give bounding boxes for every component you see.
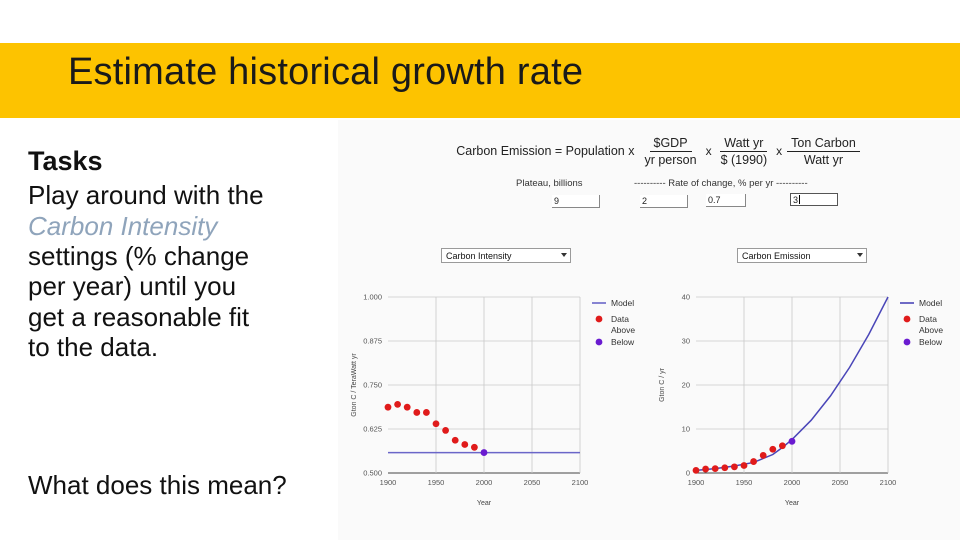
simulation-app-panel: Carbon Emission = Population x $GDP yr p…	[338, 120, 960, 540]
task-line-1: Play around with the	[28, 180, 264, 211]
svg-text:Model: Model	[919, 298, 942, 308]
carbon-emission-chart[interactable]: 0 10 20 30 40 1900 1950 2000 2050 2100 Year Gton C …	[650, 283, 950, 533]
svg-text:Below: Below	[611, 337, 635, 347]
svg-text:Below: Below	[919, 337, 943, 347]
chevron-down-icon	[561, 253, 567, 257]
page-title: Estimate historical growth rate	[68, 51, 584, 93]
parameter-row: Plateau, billions ---------- Rate of cha…	[338, 178, 960, 222]
svg-text:0: 0	[686, 469, 690, 478]
svg-text:1950: 1950	[736, 478, 753, 487]
equation-lhs: Carbon Emission = Population x	[456, 144, 635, 158]
svg-text:0.875: 0.875	[363, 337, 382, 346]
svg-text:1900: 1900	[688, 478, 705, 487]
svg-text:Gton C / yr: Gton C / yr	[659, 367, 666, 402]
svg-text:30: 30	[682, 337, 690, 346]
svg-text:Data: Data	[611, 314, 629, 324]
svg-text:Above: Above	[919, 325, 943, 335]
equation-multiply-1: x	[705, 144, 712, 158]
svg-text:2050: 2050	[524, 478, 541, 487]
svg-text:Model: Model	[611, 298, 634, 308]
svg-text:2000: 2000	[784, 478, 801, 487]
svg-text:Gton C / TeraWatt yr: Gton C / TeraWatt yr	[351, 353, 358, 417]
svg-text:Year: Year	[785, 500, 800, 507]
equation-term-watt-numerator: Watt yr	[720, 136, 768, 152]
task-line-4: per year) until you	[28, 271, 237, 302]
plateau-input[interactable]: 9	[552, 195, 600, 208]
tasks-panel: Tasks Play around with the Carbon Intens…	[28, 146, 328, 363]
svg-text:0.625: 0.625	[363, 425, 382, 434]
equation-term-gdp-numerator: $GDP	[649, 136, 692, 152]
carbon-emission-select[interactable]: Carbon Emission	[737, 248, 867, 263]
title-banner: Estimate historical growth rate	[0, 43, 960, 118]
equation-multiply-2: x	[776, 144, 783, 158]
chevron-down-icon	[857, 253, 863, 257]
equation-term-carbon-denominator: Watt yr	[803, 152, 844, 167]
text-caret	[799, 195, 801, 204]
tasks-heading: Tasks	[28, 146, 103, 176]
svg-text:1.000: 1.000	[363, 293, 382, 302]
rate-intensity-input[interactable]: 3	[790, 193, 838, 206]
equation-term-watt: Watt yr $ (1990)	[717, 136, 772, 167]
carbon-intensity-chart[interactable]: 0.500 0.625 0.750 0.875 1.000 1900 1950 2000 205…	[342, 283, 642, 533]
equation-term-watt-denominator: $ (1990)	[720, 152, 768, 167]
carbon-intensity-select-value: Carbon Intensity	[446, 250, 512, 261]
svg-text:0.750: 0.750	[363, 381, 382, 390]
carbon-emission-select-value: Carbon Emission	[742, 250, 811, 261]
svg-text:2000: 2000	[476, 478, 493, 487]
svg-text:2100: 2100	[572, 478, 589, 487]
rate-intensity-value: 3	[793, 195, 799, 205]
svg-text:0.500: 0.500	[363, 469, 382, 478]
task-line-3: settings (% change	[28, 241, 250, 272]
svg-text:Year: Year	[477, 500, 492, 507]
svg-text:2050: 2050	[832, 478, 849, 487]
rate-population-input[interactable]: 2	[640, 195, 688, 208]
equation-term-gdp-denominator: yr person	[644, 152, 697, 167]
svg-text:Data: Data	[919, 314, 937, 324]
rate-gdp-input[interactable]: 0.7	[706, 194, 746, 207]
svg-text:2100: 2100	[880, 478, 897, 487]
equation-term-carbon: Ton Carbon Watt yr	[787, 136, 860, 167]
svg-text:40: 40	[682, 293, 690, 302]
svg-text:20: 20	[682, 381, 690, 390]
task-line-6: to the data.	[28, 332, 159, 363]
svg-text:1950: 1950	[428, 478, 445, 487]
tasks-question: What does this mean?	[28, 470, 287, 500]
equation-term-gdp: $GDP yr person	[640, 136, 700, 167]
svg-text:Above: Above	[611, 325, 635, 335]
rate-of-change-label: ---------- Rate of change, % per yr ----…	[634, 178, 808, 189]
plateau-label: Plateau, billions	[516, 178, 583, 189]
task-line-carbon-intensity: Carbon Intensity	[28, 210, 218, 241]
carbon-intensity-select[interactable]: Carbon Intensity	[441, 248, 571, 263]
task-line-5: get a reasonable fit	[28, 301, 250, 332]
equation-term-carbon-numerator: Ton Carbon	[787, 136, 860, 152]
carbon-emission-equation: Carbon Emission = Population x $GDP yr p…	[388, 128, 928, 174]
svg-text:10: 10	[682, 425, 690, 434]
svg-text:1900: 1900	[380, 478, 397, 487]
